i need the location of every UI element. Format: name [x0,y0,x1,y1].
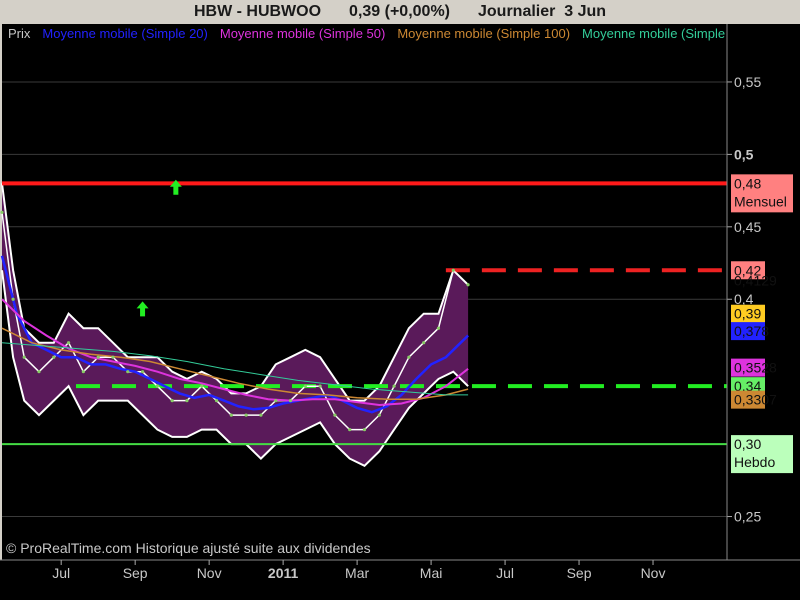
value-tag-label: 0,30 [734,436,761,452]
price-point [37,370,41,374]
price-point [436,326,441,330]
y-tick-label: 0,25 [734,509,761,525]
price-point [377,413,381,417]
value-tag-label: 0,3307 [734,392,777,408]
y-tick-label: 0,45 [734,219,761,235]
price-point [81,370,85,374]
price-point [392,384,396,388]
price-point [96,355,100,359]
price-point [214,399,219,403]
price-point [451,268,455,272]
price-point [200,384,204,388]
value-tag-label: 0,3528 [734,360,777,376]
price-point [11,297,15,301]
price-point [22,355,26,359]
x-tick-label: Mar [345,565,369,581]
price-point [0,210,4,214]
price-point [348,428,352,432]
price-point [362,428,367,432]
value-tag-sublabel: Hebdo [734,454,775,470]
value-tag-label: 0,4129 [734,273,777,289]
price-point [111,355,115,359]
legend-item: Moyenne mobile (Simple 100) [397,26,570,41]
legend-item: Moyenne mobile (Simple 50) [220,26,385,41]
price-point [244,413,248,417]
price-point [140,370,145,374]
price-point [155,384,159,388]
copyright-text: © ProRealTime.com Historique ajusté suit… [6,540,371,556]
price-point [229,413,233,417]
price-point [126,370,130,374]
plot-area [2,24,727,560]
legend-clip [727,25,800,45]
value-tag-label: 0,378 [734,323,769,339]
legend-item: Prix [8,26,31,41]
price-point [318,384,322,388]
price-point [66,341,71,345]
price-point [259,413,263,417]
x-tick-label: 2011 [268,565,299,581]
x-axis-panel [0,560,800,600]
y-tick-label: 0,55 [734,74,761,90]
price-point [170,399,174,403]
x-tick-label: Sep [123,565,148,581]
x-tick-label: Jul [52,565,70,581]
price-point [466,283,470,287]
price-point [274,399,278,403]
x-tick-label: Mai [420,565,443,581]
price-point [422,341,426,345]
value-tag-label: 0,48 [734,175,761,191]
price-point [333,413,337,417]
price-point [288,399,293,403]
y-tick-label: 0,5 [734,146,754,162]
price-point [407,355,411,359]
price-point [185,399,189,403]
x-tick-label: Jul [496,565,514,581]
x-tick-label: Nov [641,565,666,581]
price-point [303,384,307,388]
chart-root: HBW - HUBWOO 0,39 (+0,00%) Journalier 3 Ju… [0,0,800,600]
value-tag-label: 0,39 [734,306,761,322]
legend-item: Moyenne mobile (Simple 20) [42,26,207,41]
value-tag-sublabel: Mensuel [734,193,787,209]
x-tick-label: Nov [197,565,222,581]
price-point [52,355,56,359]
x-tick-label: Sep [567,565,592,581]
price-chart[interactable]: 0,550,50,450,40,25Jul Sep Nov 2011 Mar Mai Jul… [0,0,800,600]
